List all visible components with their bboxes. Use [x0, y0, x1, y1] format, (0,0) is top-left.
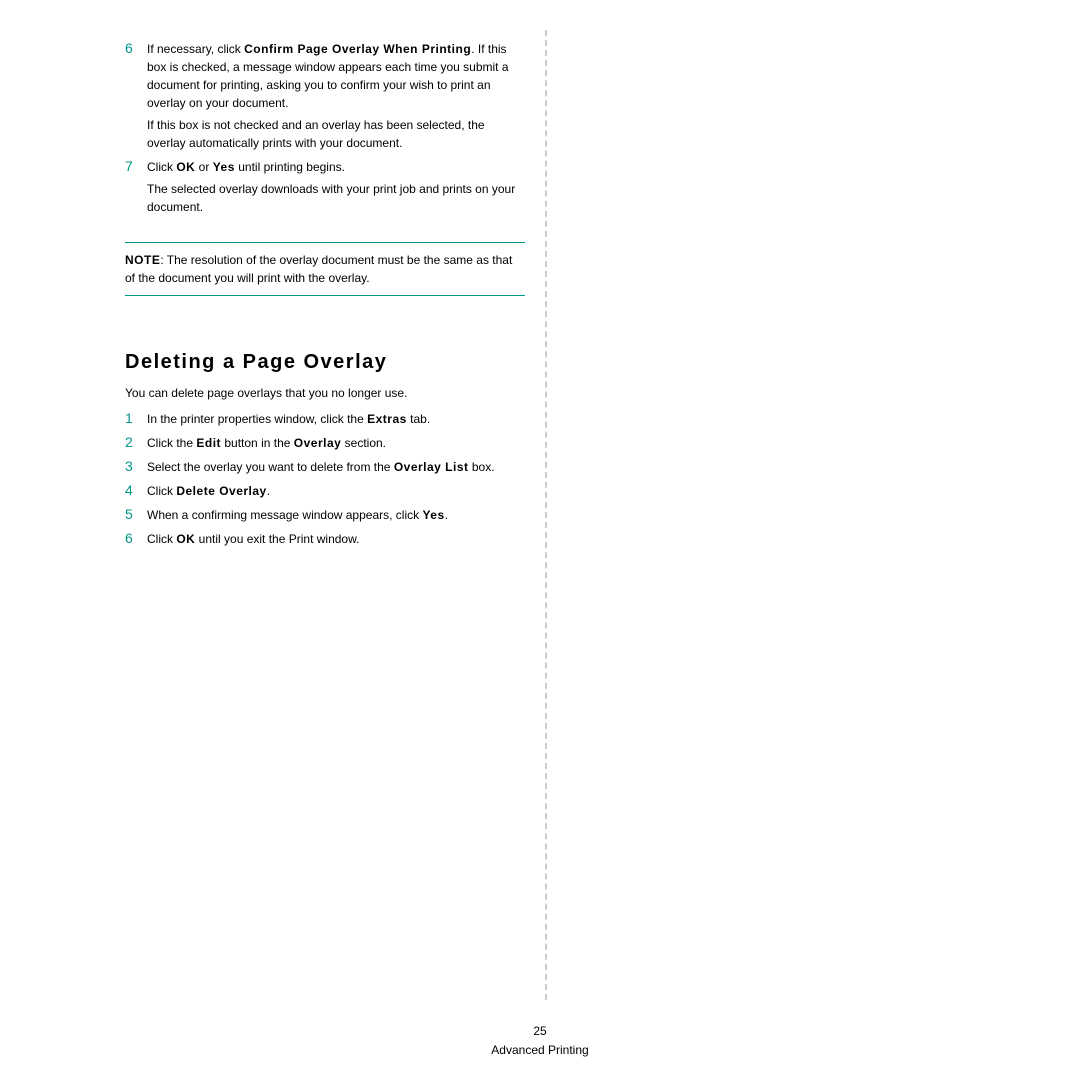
page-footer: 25 Advanced Printing [0, 1022, 1080, 1060]
footer-section-name: Advanced Printing [0, 1041, 1080, 1060]
bold-text: Yes [422, 508, 444, 522]
step-paragraph: Click the Edit button in the Overlay sec… [147, 434, 525, 452]
left-column: 6If necessary, click Confirm Page Overla… [125, 40, 525, 552]
step-text: When a confirming message window appears… [147, 506, 525, 528]
step-number: 6 [125, 530, 147, 552]
body-text: Click the [147, 436, 196, 450]
step-paragraph: If necessary, click Confirm Page Overlay… [147, 40, 525, 112]
body-text: box. [469, 460, 495, 474]
step-number: 1 [125, 410, 147, 432]
document-page: 6If necessary, click Confirm Page Overla… [0, 0, 1080, 1080]
section-heading: Deleting a Page Overlay [125, 351, 525, 374]
bold-text: OK [176, 160, 195, 174]
body-text: When a confirming message window appears… [147, 508, 422, 522]
steps-list-top: 6If necessary, click Confirm Page Overla… [125, 40, 525, 220]
column-divider [545, 30, 547, 1000]
bold-text: OK [176, 532, 195, 546]
step-text: Click OK until you exit the Print window… [147, 530, 525, 552]
body-text: The selected overlay downloads with your… [147, 182, 515, 214]
step-text: In the printer properties window, click … [147, 410, 525, 432]
bold-text: Overlay [294, 436, 342, 450]
step-number: 5 [125, 506, 147, 528]
step-item: 5When a confirming message window appear… [125, 506, 525, 528]
step-text: Click OK or Yes until printing begins. Th… [147, 158, 525, 220]
body-text: until printing begins. [235, 160, 345, 174]
body-text: until you exit the Print window. [195, 532, 359, 546]
step-number: 7 [125, 158, 147, 220]
body-text: Click [147, 532, 176, 546]
steps-list-section2: 1In the printer properties window, click… [125, 410, 525, 552]
step-item: 7Click OK or Yes until printing begins. T… [125, 158, 525, 220]
page-number: 25 [0, 1022, 1080, 1041]
section-intro: You can delete page overlays that you no… [125, 384, 525, 402]
body-text: If this box is not checked and an overla… [147, 118, 485, 150]
step-item: 4Click Delete Overlay. [125, 482, 525, 504]
step-number: 4 [125, 482, 147, 504]
body-text: Select the overlay you want to delete fr… [147, 460, 394, 474]
body-text: If necessary, click [147, 42, 244, 56]
body-text: or [195, 160, 212, 174]
body-text: . [267, 484, 270, 498]
body-text: In the printer properties window, click … [147, 412, 367, 426]
step-number: 6 [125, 40, 147, 156]
step-paragraph: The selected overlay downloads with your… [147, 180, 525, 216]
note-text: : The resolution of the overlay document… [125, 253, 512, 285]
step-paragraph: In the printer properties window, click … [147, 410, 525, 428]
step-text: Click the Edit button in the Overlay sec… [147, 434, 525, 456]
bold-text: Delete Overlay [176, 484, 266, 498]
step-item: 6If necessary, click Confirm Page Overla… [125, 40, 525, 156]
bold-text: Confirm Page Overlay When Printing [244, 42, 471, 56]
step-text: Select the overlay you want to delete fr… [147, 458, 525, 480]
body-text: Click [147, 160, 176, 174]
step-paragraph: If this box is not checked and an overla… [147, 116, 525, 152]
step-item: 6Click OK until you exit the Print windo… [125, 530, 525, 552]
step-number: 3 [125, 458, 147, 480]
step-item: 1In the printer properties window, click… [125, 410, 525, 432]
step-paragraph: Click OK until you exit the Print window… [147, 530, 525, 548]
bold-text: Yes [213, 160, 235, 174]
step-number: 2 [125, 434, 147, 456]
note-label: NOTE [125, 253, 160, 267]
note-block: NOTE: The resolution of the overlay docu… [125, 242, 525, 296]
step-item: 2Click the Edit button in the Overlay se… [125, 434, 525, 456]
body-text: Click [147, 484, 176, 498]
body-text: . [445, 508, 448, 522]
step-text: If necessary, click Confirm Page Overlay… [147, 40, 525, 156]
step-paragraph: Select the overlay you want to delete fr… [147, 458, 525, 476]
body-text: button in the [221, 436, 294, 450]
body-text: tab. [407, 412, 430, 426]
step-item: 3Select the overlay you want to delete f… [125, 458, 525, 480]
step-paragraph: Click Delete Overlay. [147, 482, 525, 500]
body-text: section. [341, 436, 386, 450]
bold-text: Overlay List [394, 460, 469, 474]
step-paragraph: When a confirming message window appears… [147, 506, 525, 524]
bold-text: Edit [196, 436, 221, 450]
step-text: Click Delete Overlay. [147, 482, 525, 504]
step-paragraph: Click OK or Yes until printing begins. [147, 158, 525, 176]
bold-text: Extras [367, 412, 407, 426]
